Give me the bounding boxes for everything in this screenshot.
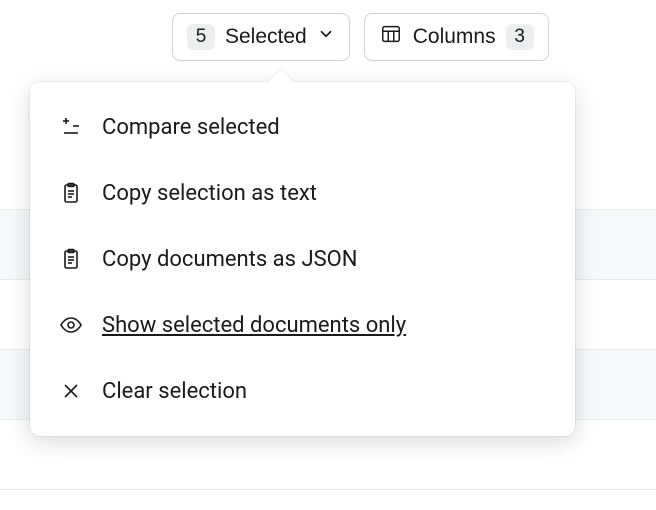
show-selected-only-item[interactable]: Show selected documents only <box>30 292 575 358</box>
compare-selected-item[interactable]: Compare selected <box>30 94 575 160</box>
selection-dropdown: Compare selected Copy selection as text … <box>30 82 575 436</box>
columns-icon <box>379 23 403 51</box>
menu-item-label: Copy selection as text <box>102 181 317 206</box>
chevron-down-icon <box>317 25 335 49</box>
clear-selection-item[interactable]: Clear selection <box>30 358 575 424</box>
copy-text-item[interactable]: Copy selection as text <box>30 160 575 226</box>
selected-label: Selected <box>225 25 307 49</box>
selected-button[interactable]: 5 Selected <box>172 13 350 61</box>
columns-label: Columns <box>413 25 496 49</box>
selected-count-badge: 5 <box>187 24 215 50</box>
columns-count-badge: 3 <box>506 24 534 50</box>
close-icon <box>58 378 84 404</box>
eye-icon <box>58 312 84 338</box>
compare-icon <box>58 114 84 140</box>
clipboard-icon <box>58 246 84 272</box>
toolbar: 5 Selected Columns 3 <box>172 13 549 61</box>
columns-button[interactable]: Columns 3 <box>364 13 549 61</box>
clipboard-icon <box>58 180 84 206</box>
menu-item-label: Copy documents as JSON <box>102 247 358 272</box>
menu-item-label: Compare selected <box>102 115 280 140</box>
menu-item-label: Clear selection <box>102 379 247 404</box>
copy-json-item[interactable]: Copy documents as JSON <box>30 226 575 292</box>
menu-item-label: Show selected documents only <box>102 313 406 338</box>
